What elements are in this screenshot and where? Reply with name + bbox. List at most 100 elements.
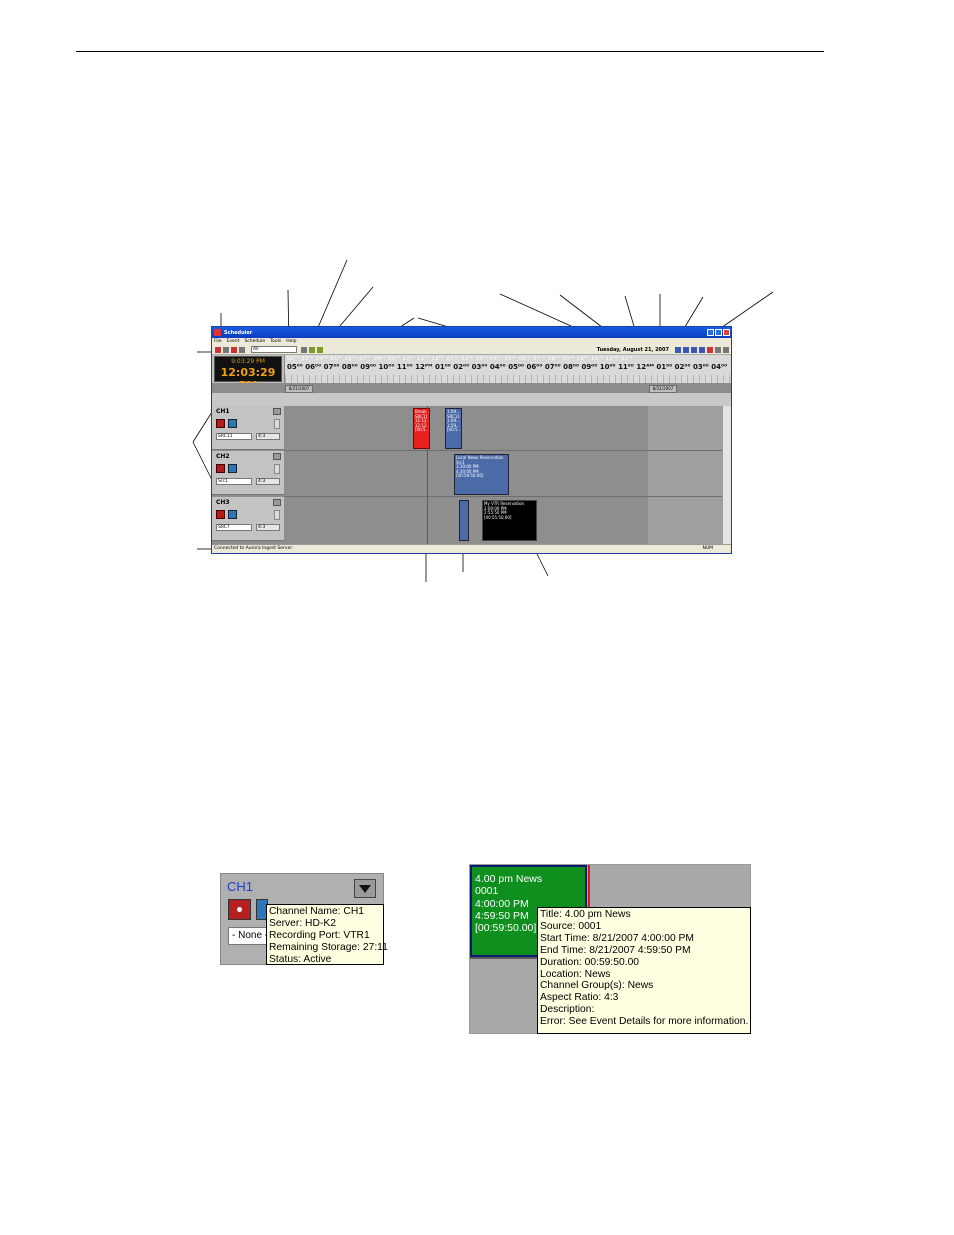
next-day-area: [648, 406, 723, 545]
channel-name: CH3: [216, 499, 230, 506]
clock-timeline-row: 9:03:29 PM 12:03:29 PM 02⁰⁰ 03⁰⁰ 04⁰⁰ 05…: [212, 355, 731, 392]
spinner[interactable]: [274, 510, 280, 520]
view-day-icon[interactable]: [683, 346, 689, 353]
date-tag-end: 8/22/2007: [649, 385, 677, 393]
record-button[interactable]: [216, 510, 225, 519]
clock-display: 9:03:29 PM 12:03:29 PM: [214, 356, 282, 392]
channel-name: CH2: [216, 453, 230, 460]
source-select[interactable]: SRC11: [216, 433, 252, 440]
callout-leader-lines: [192, 259, 774, 582]
event-line: 4.00 pm News: [475, 873, 543, 885]
scheduler-window: Scheduler File Event Schedule Tools Help…: [211, 326, 732, 554]
tooltip-line: Recording Port: VTR1: [269, 929, 370, 941]
delete-icon[interactable]: [231, 346, 237, 353]
scissors-icon[interactable]: [301, 346, 307, 353]
tooltip-line: Aspect Ratio: 4:3: [540, 992, 619, 1004]
app-icon: [214, 329, 221, 336]
num-lock-indicator: NUM: [702, 546, 713, 551]
tooltip-line: Server: HD-K2: [269, 917, 336, 929]
record-button[interactable]: [216, 419, 225, 428]
tooltip-line: Source: 0001: [540, 920, 602, 932]
light-icon[interactable]: [317, 346, 323, 353]
tooltip-line: End Time: 8/21/2007 4:59:50 PM: [540, 944, 691, 956]
tooltip-line: Title: 4.00 pm News: [540, 909, 631, 920]
schedule-grid[interactable]: CH1 SRC11 4:3 CH2 Src1 4:3 CH3 SRC7 4:3 …: [212, 406, 731, 545]
channel-group-select[interactable]: All: [251, 346, 297, 353]
date-tag-start: 8/21/2007: [285, 385, 313, 393]
channel-menu-button[interactable]: [273, 453, 281, 460]
date-band: 8/21/2007 8/22/2007: [212, 383, 731, 393]
tooltip-line: Channel Group(s): News: [540, 980, 654, 992]
stop-button[interactable]: [228, 510, 237, 519]
menu-bar: File Event Schedule Tools Help: [212, 338, 731, 345]
channel-menu-button[interactable]: [273, 499, 281, 506]
new-event-icon[interactable]: [215, 346, 221, 353]
status-bar: Connected to Aurora Ingest Server NUM: [212, 544, 731, 553]
menu-schedule[interactable]: Schedule: [244, 339, 265, 344]
minimize-button[interactable]: [707, 329, 714, 336]
channel-ch2: CH2 Src1 4:3: [212, 451, 284, 495]
tooltip-line: Error: See Event Details for more inform…: [540, 1016, 749, 1028]
view-month-icon[interactable]: [699, 346, 705, 353]
chevron-down-icon[interactable]: [354, 879, 376, 898]
channel-tooltip: Channel Name: CH1 Server: HD-K2 Recordin…: [266, 904, 388, 965]
source-select[interactable]: Src1: [216, 478, 252, 485]
close-button[interactable]: [723, 329, 730, 336]
aspect-select[interactable]: 4:3: [256, 478, 280, 485]
row-divider: [284, 450, 723, 451]
channel-name: CH1: [216, 408, 230, 415]
event-line: 0001: [475, 885, 499, 898]
aspect-select[interactable]: 4:3: [256, 433, 280, 440]
record-button[interactable]: [216, 464, 225, 473]
event-list-icon[interactable]: [223, 346, 229, 353]
timeline-ticks: [285, 375, 731, 383]
menu-tools[interactable]: Tools: [270, 339, 281, 344]
event-block[interactable]: My VTR Reservation 2:00:00 PM 2:55:50 PM…: [482, 500, 537, 541]
channel-ch1: CH1 SRC11 4:3: [212, 406, 284, 450]
view-week-icon[interactable]: [691, 346, 697, 353]
aspect-select[interactable]: 4:3: [256, 524, 280, 531]
event-block[interactable]: 1:09... SRC11 1:09... 1:59... [00:5...: [445, 408, 462, 449]
title-bar[interactable]: Scheduler: [212, 327, 731, 338]
timeline-secondary-hours: 02⁰⁰ 03⁰⁰ 04⁰⁰ 05⁰⁰ 06⁰⁰ 07⁰⁰ 08⁰⁰ 09⁰⁰ …: [287, 356, 634, 362]
menu-file[interactable]: File: [214, 339, 222, 344]
inset-channel-label: CH1: [227, 879, 254, 894]
zoom-in-icon[interactable]: [715, 346, 721, 353]
maximize-button[interactable]: [715, 329, 722, 336]
event-block-small[interactable]: [459, 500, 469, 541]
window-title: Scheduler: [224, 329, 253, 336]
stop-button[interactable]: [228, 464, 237, 473]
clock-secondary: 9:03:29 PM: [231, 358, 265, 365]
calendar-icon[interactable]: [675, 346, 681, 353]
tooltip-line: Duration: 00:59:50.00: [540, 956, 640, 968]
row-divider: [284, 496, 723, 497]
tooltip-line: Description:: [540, 1004, 595, 1016]
tooltip-line: Location: News: [540, 968, 611, 980]
status-text: Connected to Aurora Ingest Server: [214, 546, 293, 551]
channel-menu-button[interactable]: [273, 408, 281, 415]
date-label: Tuesday, August 21, 2007: [596, 346, 669, 353]
server-icon[interactable]: [309, 346, 315, 353]
current-time-line: [427, 406, 428, 545]
tooltip-line: Remaining Storage: 27:11: [269, 941, 388, 953]
vertical-scrollbar[interactable]: [722, 406, 731, 545]
tooltip-line: Channel Name: CH1: [269, 906, 365, 917]
spinner[interactable]: [274, 419, 280, 429]
channel-ch3: CH3 SRC7 4:3: [212, 497, 284, 541]
tooltip-line: Start Time: 8/21/2007 4:00:00 PM: [540, 932, 694, 944]
event-tooltip: Title: 4.00 pm News Source: 0001 Start T…: [537, 907, 751, 1034]
event-block[interactable]: Local News Reservation Src1 3:30:00 PM 4…: [454, 454, 509, 495]
properties-icon[interactable]: [239, 346, 245, 353]
source-select[interactable]: SRC7: [216, 524, 252, 531]
stop-button[interactable]: [228, 419, 237, 428]
spinner[interactable]: [274, 464, 280, 474]
toolbar: All Tuesday, August 21, 2007: [212, 345, 731, 355]
record-button[interactable]: [228, 899, 251, 920]
go-to-now-icon[interactable]: [707, 346, 713, 353]
menu-event[interactable]: Event: [227, 339, 240, 344]
timeline-ruler[interactable]: 02⁰⁰ 03⁰⁰ 04⁰⁰ 05⁰⁰ 06⁰⁰ 07⁰⁰ 08⁰⁰ 09⁰⁰ …: [284, 355, 731, 383]
zoom-out-icon[interactable]: [723, 346, 729, 353]
timeline-primary-hours: 05⁰⁰ 06⁰⁰ 07⁰⁰ 08⁰⁰ 09⁰⁰ 10⁰⁰ 11⁰⁰ 12ᴾᴹ …: [287, 363, 728, 371]
tooltip-line: Status: Active: [269, 953, 332, 965]
menu-help[interactable]: Help: [286, 339, 296, 344]
